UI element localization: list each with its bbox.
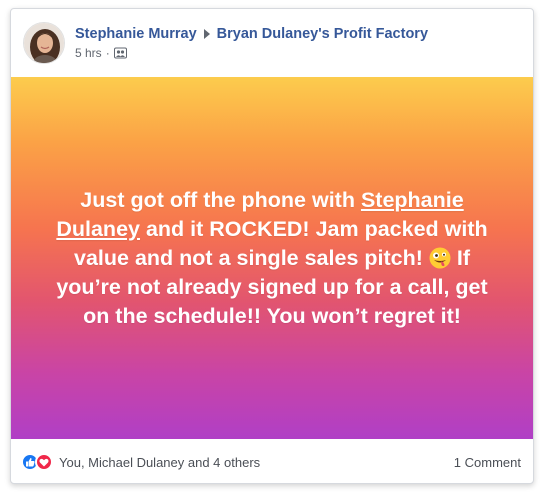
reaction-icons — [21, 453, 53, 471]
post-meta: Stephanie Murray Bryan Dulaney's Profit … — [75, 26, 428, 60]
post-header: Stephanie Murray Bryan Dulaney's Profit … — [11, 9, 533, 77]
feed-post: Stephanie Murray Bryan Dulaney's Profit … — [10, 8, 534, 484]
group-name-link[interactable]: Bryan Dulaney's Profit Factory — [217, 26, 428, 42]
love-icon — [35, 453, 53, 471]
group-icon — [113, 47, 127, 59]
reactions-summary[interactable]: You, Michael Dulaney and 4 others — [21, 453, 260, 471]
post-background-banner: Just got off the phone with Stephanie Du… — [11, 77, 533, 439]
post-timestamp[interactable]: 5 hrs — [75, 46, 102, 60]
author-name-link[interactable]: Stephanie Murray — [75, 26, 197, 42]
author-avatar[interactable] — [23, 22, 65, 64]
post-footer: You, Michael Dulaney and 4 others 1 Comm… — [11, 439, 533, 483]
subline-separator: · — [105, 46, 110, 60]
post-names: Stephanie Murray Bryan Dulaney's Profit … — [75, 26, 428, 42]
post-message: Just got off the phone with Stephanie Du… — [41, 186, 503, 331]
caret-right-icon — [203, 29, 210, 39]
zany-face-emoji — [429, 247, 451, 269]
reactions-text[interactable]: You, Michael Dulaney and 4 others — [59, 455, 260, 470]
comments-count-link[interactable]: 1 Comment — [454, 455, 521, 470]
message-text-1: Just got off the phone with — [80, 187, 361, 212]
post-subline: 5 hrs · — [75, 46, 428, 60]
